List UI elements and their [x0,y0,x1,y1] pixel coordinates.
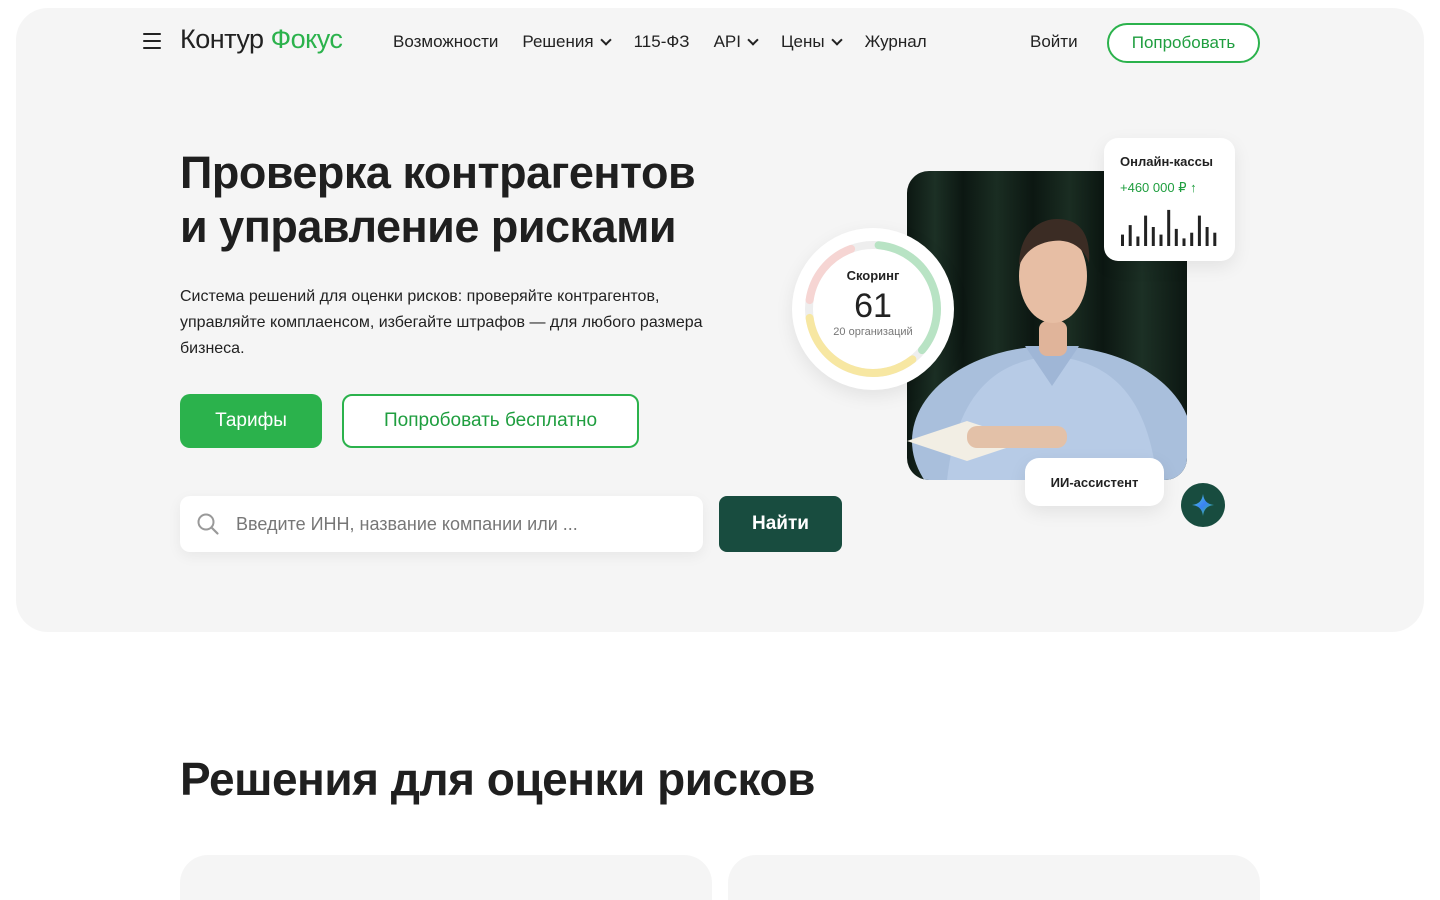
nav-item-label: Решения [522,32,594,51]
page-title: Проверка контрагентов и управление риска… [180,146,820,254]
find-button[interactable]: Найти [719,496,842,552]
nav-item-1[interactable]: Решения [522,32,612,52]
kassy-title: Онлайн-кассы [1120,154,1213,169]
hero-description: Система решений для оценки рисков: прове… [180,288,703,357]
kassy-value: +460 000 ₽ ↑ [1120,180,1197,195]
page-title-line2: и управление рисками [180,201,677,252]
nav-item-4[interactable]: Цены [780,32,843,52]
nav-item-label: Журнал [864,32,927,51]
kassy-bar [1144,215,1148,246]
ai-assistant-button[interactable] [1181,483,1225,527]
logo[interactable]: Контур Фокус [180,24,343,55]
kassy-bar [1213,232,1217,246]
main-nav: Возможности Решения 115-ФЗ API Цены Журнал [393,32,951,52]
nav-item-label: Цены [780,32,825,51]
kassy-bar [1121,234,1124,246]
search-box [180,496,703,552]
solution-card[interactable] [180,855,712,900]
tariffs-button[interactable]: Тарифы [180,394,322,448]
chevron-down-icon [830,34,843,46]
nav-item-3[interactable]: API [713,32,759,52]
scoring-title: Скоринг [846,268,900,283]
search-input[interactable] [236,496,686,552]
chevron-down-icon [599,34,612,46]
solutions-title: Решения для оценки рисков [180,753,815,805]
nav-item-0[interactable]: Возможности [393,32,498,52]
scoring-value: 61 [854,287,892,325]
nav-item-label: Возможности [393,32,499,51]
kassy-bar [1174,228,1178,246]
sparkle-icon [1192,494,1214,516]
kassy-bar [1205,227,1209,246]
kassy-bar-chart [1121,209,1217,246]
nav-item-label: 115-ФЗ [633,32,690,51]
menu-icon[interactable] [143,33,161,49]
kassy-bar [1151,227,1155,246]
ai-assistant-card: ИИ-ассистент [1025,458,1164,506]
try-button[interactable]: Попробовать [1107,23,1260,63]
kassy-bar [1182,238,1186,246]
scoring-widget: Скоринг 61 20 организаций [792,228,954,390]
search-icon [197,513,219,535]
page-title-line1: Проверка контрагентов [180,147,696,198]
try-free-button[interactable]: Попробовать бесплатно [342,394,639,448]
chevron-down-icon [747,34,759,46]
kassy-bar [1167,209,1171,246]
kassy-bar [1136,236,1140,246]
nav-item-2[interactable]: 115-ФЗ [634,32,690,52]
kassy-bar [1159,234,1163,246]
scoring-subtitle: 20 организаций [833,326,913,338]
solution-card[interactable] [728,855,1260,900]
kassy-bar [1128,225,1132,246]
online-kassy-widget: Онлайн-кассы +460 000 ₽ ↑ [1104,138,1235,261]
nav-item-label: API [713,32,741,51]
kassy-bar [1197,215,1201,246]
login-link[interactable]: Войти [1030,32,1078,52]
kassy-bar [1190,232,1194,246]
nav-item-5[interactable]: Журнал [865,32,927,52]
